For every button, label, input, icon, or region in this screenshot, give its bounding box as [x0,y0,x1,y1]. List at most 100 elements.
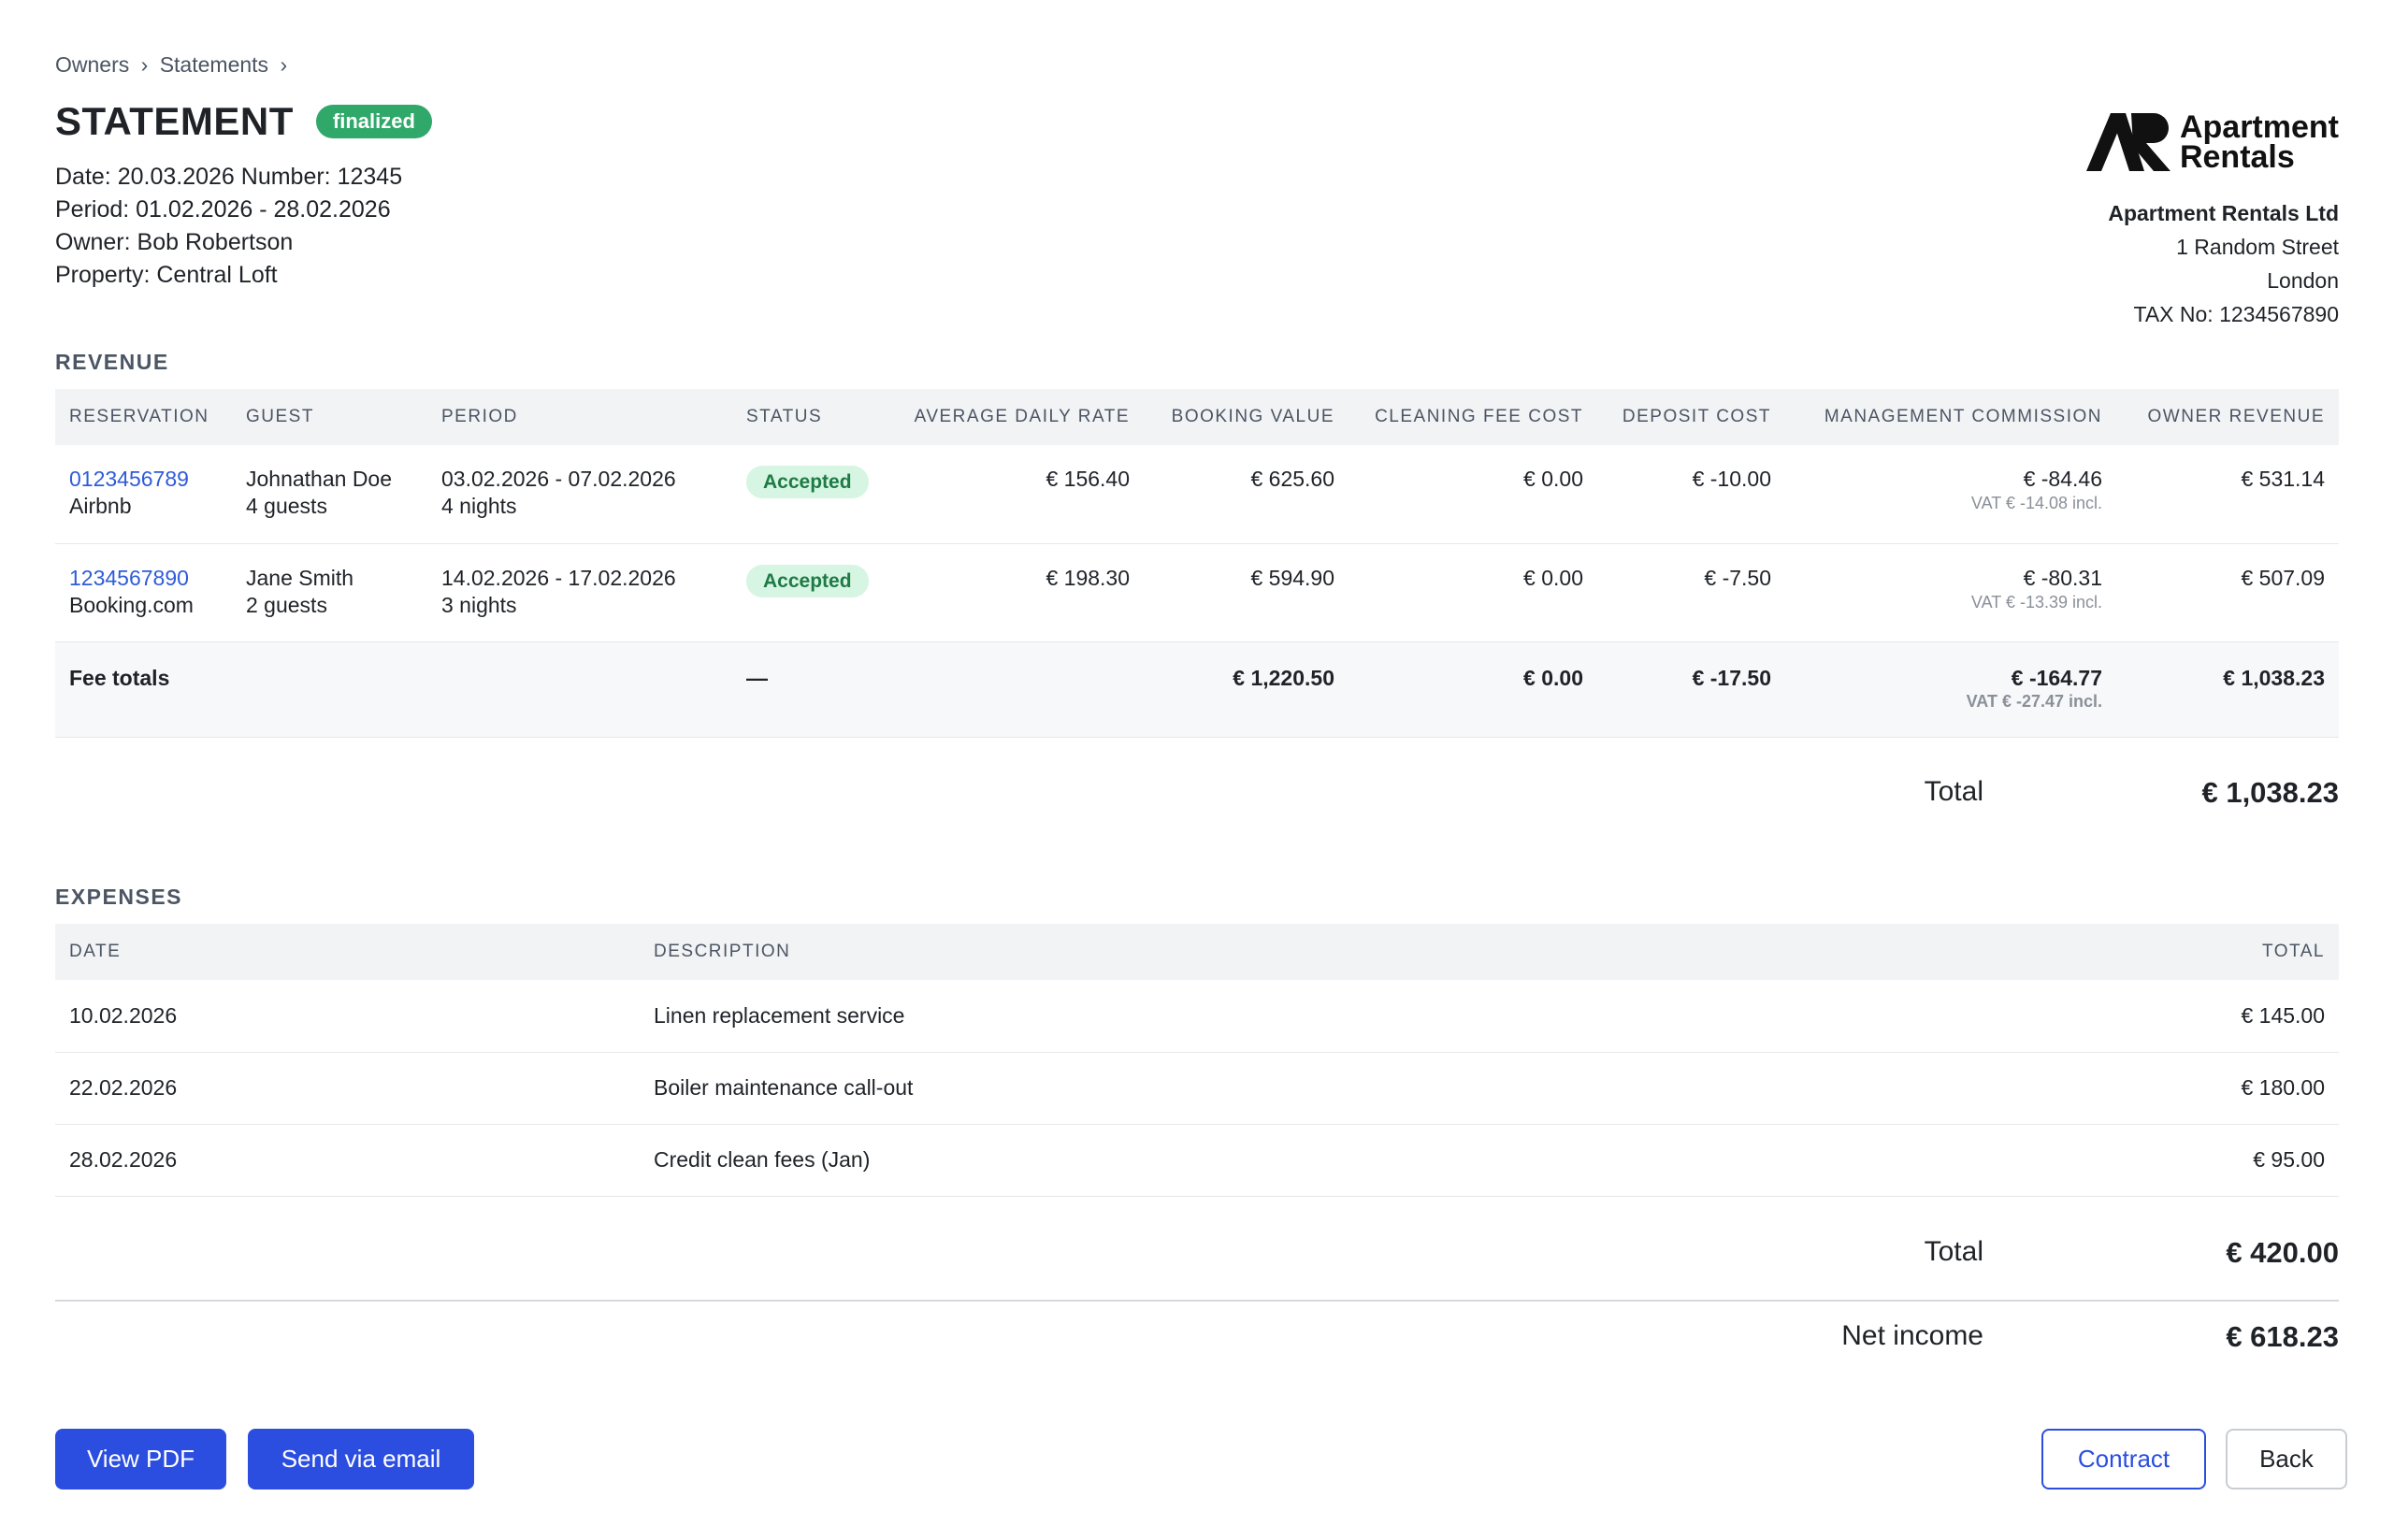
expense-date: 22.02.2026 [55,1052,640,1125]
company-tax: TAX No: 1234567890 [2133,302,2339,326]
commission-vat: VAT € -13.39 incl. [1970,592,2102,612]
page-title: STATEMENT [55,99,294,143]
commission-vat: VAT € -14.08 incl. [1970,494,2102,512]
title-row: STATEMENT finalized [55,99,432,144]
expense-description: Linen replacement service [640,980,1949,1053]
management-commission: € -84.46 [2023,467,2102,491]
logo-line-2: Rentals [2179,139,2295,175]
total-cleaning-fee-cost: € 0.00 [1348,641,1597,738]
breadcrumb-separator: › [280,52,288,77]
booking-channel: Booking.com [69,592,194,617]
table-row: 28.02.2026 Credit clean fees (Jan) € 95.… [55,1124,2339,1197]
breadcrumb-owners[interactable]: Owners [55,52,129,77]
col-booking-value: Booking value [1144,389,1348,445]
expense-total: € 180.00 [1949,1052,2339,1125]
guest-name: Johnathan Doe [246,467,393,491]
back-button[interactable]: Back [2226,1429,2347,1490]
expenses-total-label: Total [1924,1236,1983,1267]
revenue-total-value: € 1,038.23 [2201,776,2339,809]
table-row: 0123456789 Airbnb Johnathan Doe 4 guests 0… [55,445,2339,544]
owner-revenue: € 507.09 [2116,543,2339,642]
contract-button[interactable]: Contract [2041,1429,2206,1490]
expense-total: € 145.00 [1949,980,2339,1053]
company-city: London [2267,268,2339,293]
cleaning-fee-cost: € 0.00 [1348,543,1597,642]
owner-revenue: € 531.14 [2116,445,2339,544]
col-deposit-cost: Deposit cost [1597,389,1785,445]
expense-total: € 95.00 [1949,1124,2339,1197]
col-owner-revenue: Owner revenue [2116,389,2339,445]
table-row: 22.02.2026 Boiler maintenance call-out €… [55,1052,2339,1125]
cleaning-fee-cost: € 0.00 [1348,445,1597,544]
revenue-total-label: Total [1924,776,1983,807]
average-daily-rate: € 156.40 [893,445,1144,544]
stay-nights: 3 nights [441,592,517,617]
expense-description: Credit clean fees (Jan) [640,1124,1949,1197]
company-street: 1 Random Street [2176,235,2339,259]
breadcrumb-statements[interactable]: Statements [160,52,268,77]
expenses-total-row: Total € 420.00 [1591,1236,2339,1270]
total-commission-vat: VAT € -27.47 incl. [1966,691,2102,711]
statement-period: Period: 01.02.2026 - 28.02.2026 [55,196,391,223]
status-badge: finalized [315,105,432,138]
expenses-section-title: EXPENSES [55,885,182,909]
revenue-section-title: REVENUE [55,350,169,374]
view-pdf-button[interactable]: View PDF [55,1429,226,1490]
stay-period: 14.02.2026 - 17.02.2026 [441,565,676,590]
total-management-commission: € -164.77 [2011,665,2102,690]
expenses-total-value: € 420.00 [2226,1236,2339,1269]
statement-page: Owners › Statements › STATEMENT finalize… [0,0,2394,1540]
statement-date-number: Date: 20.03.2026 Number: 12345 [55,164,403,190]
send-via-email-button[interactable]: Send via email [248,1429,474,1490]
booking-value: € 594.90 [1144,543,1348,642]
expense-date: 28.02.2026 [55,1124,640,1197]
logo-line-1: Apartment [2179,109,2339,145]
guest-count: 4 guests [246,494,327,518]
table-row: 10.02.2026 Linen replacement service € 1… [55,980,2339,1053]
company-logo: Apartment Rentals [2085,109,2339,175]
reservation-link[interactable]: 1234567890 [69,565,218,592]
expenses-table: Date Description Total 10.02.2026 Linen … [55,924,2339,1197]
col-reservation: Reservation [55,389,232,445]
total-owner-revenue: € 1,038.23 [2116,641,2339,738]
col-date: Date [55,924,640,980]
revenue-total-row: Total € 1,038.23 [1591,776,2339,810]
col-cleaning-fee-cost: Cleaning fee cost [1348,389,1597,445]
col-status: Status [732,389,893,445]
col-guest: Guest [232,389,427,445]
management-commission: € -80.31 [2023,565,2102,590]
reservation-status-badge: Accepted [746,466,869,498]
revenue-table: Reservation Guest Period Status Average … [55,389,2339,738]
deposit-cost: € -7.50 [1597,543,1785,642]
company-name: Apartment Rentals Ltd [2108,201,2339,225]
net-divider [55,1300,2339,1302]
logo-mark-icon [2085,113,2170,171]
net-income-row: Net income € 618.23 [1591,1320,2339,1354]
guest-count: 2 guests [246,592,327,617]
logo-text: Apartment Rentals [2179,109,2339,175]
expense-description: Boiler maintenance call-out [640,1052,1949,1125]
stay-period: 03.02.2026 - 07.02.2026 [441,467,676,491]
revenue-header-row: Reservation Guest Period Status Average … [55,389,2339,445]
expense-date: 10.02.2026 [55,980,640,1053]
reservation-link[interactable]: 0123456789 [69,466,218,493]
col-description: Description [640,924,1949,980]
booking-value: € 625.60 [1144,445,1348,544]
table-row: 1234567890 Booking.com Jane Smith 2 guests… [55,543,2339,642]
fee-totals-label: Fee totals [55,641,232,738]
reservation-status-badge: Accepted [746,564,869,597]
net-income-value: € 618.23 [2226,1320,2339,1353]
company-address: Apartment Rentals Ltd 1 Random Street Lo… [2108,196,2339,331]
col-period: Period [427,389,732,445]
statement-property: Property: Central Loft [55,262,278,288]
fee-totals-status: — [732,641,893,738]
guest-name: Jane Smith [246,565,354,590]
average-daily-rate: € 198.30 [893,543,1144,642]
breadcrumb: Owners › Statements › [55,52,293,78]
fee-totals-row: Fee totals — € 1,220.50 € 0.00 € -17.50 … [55,641,2339,738]
statement-meta: Date: 20.03.2026 Number: 12345 Period: 0… [55,161,402,292]
expenses-header-row: Date Description Total [55,924,2339,980]
total-deposit-cost: € -17.50 [1597,641,1785,738]
booking-channel: Airbnb [69,494,132,518]
net-income-label: Net income [1841,1320,1983,1351]
